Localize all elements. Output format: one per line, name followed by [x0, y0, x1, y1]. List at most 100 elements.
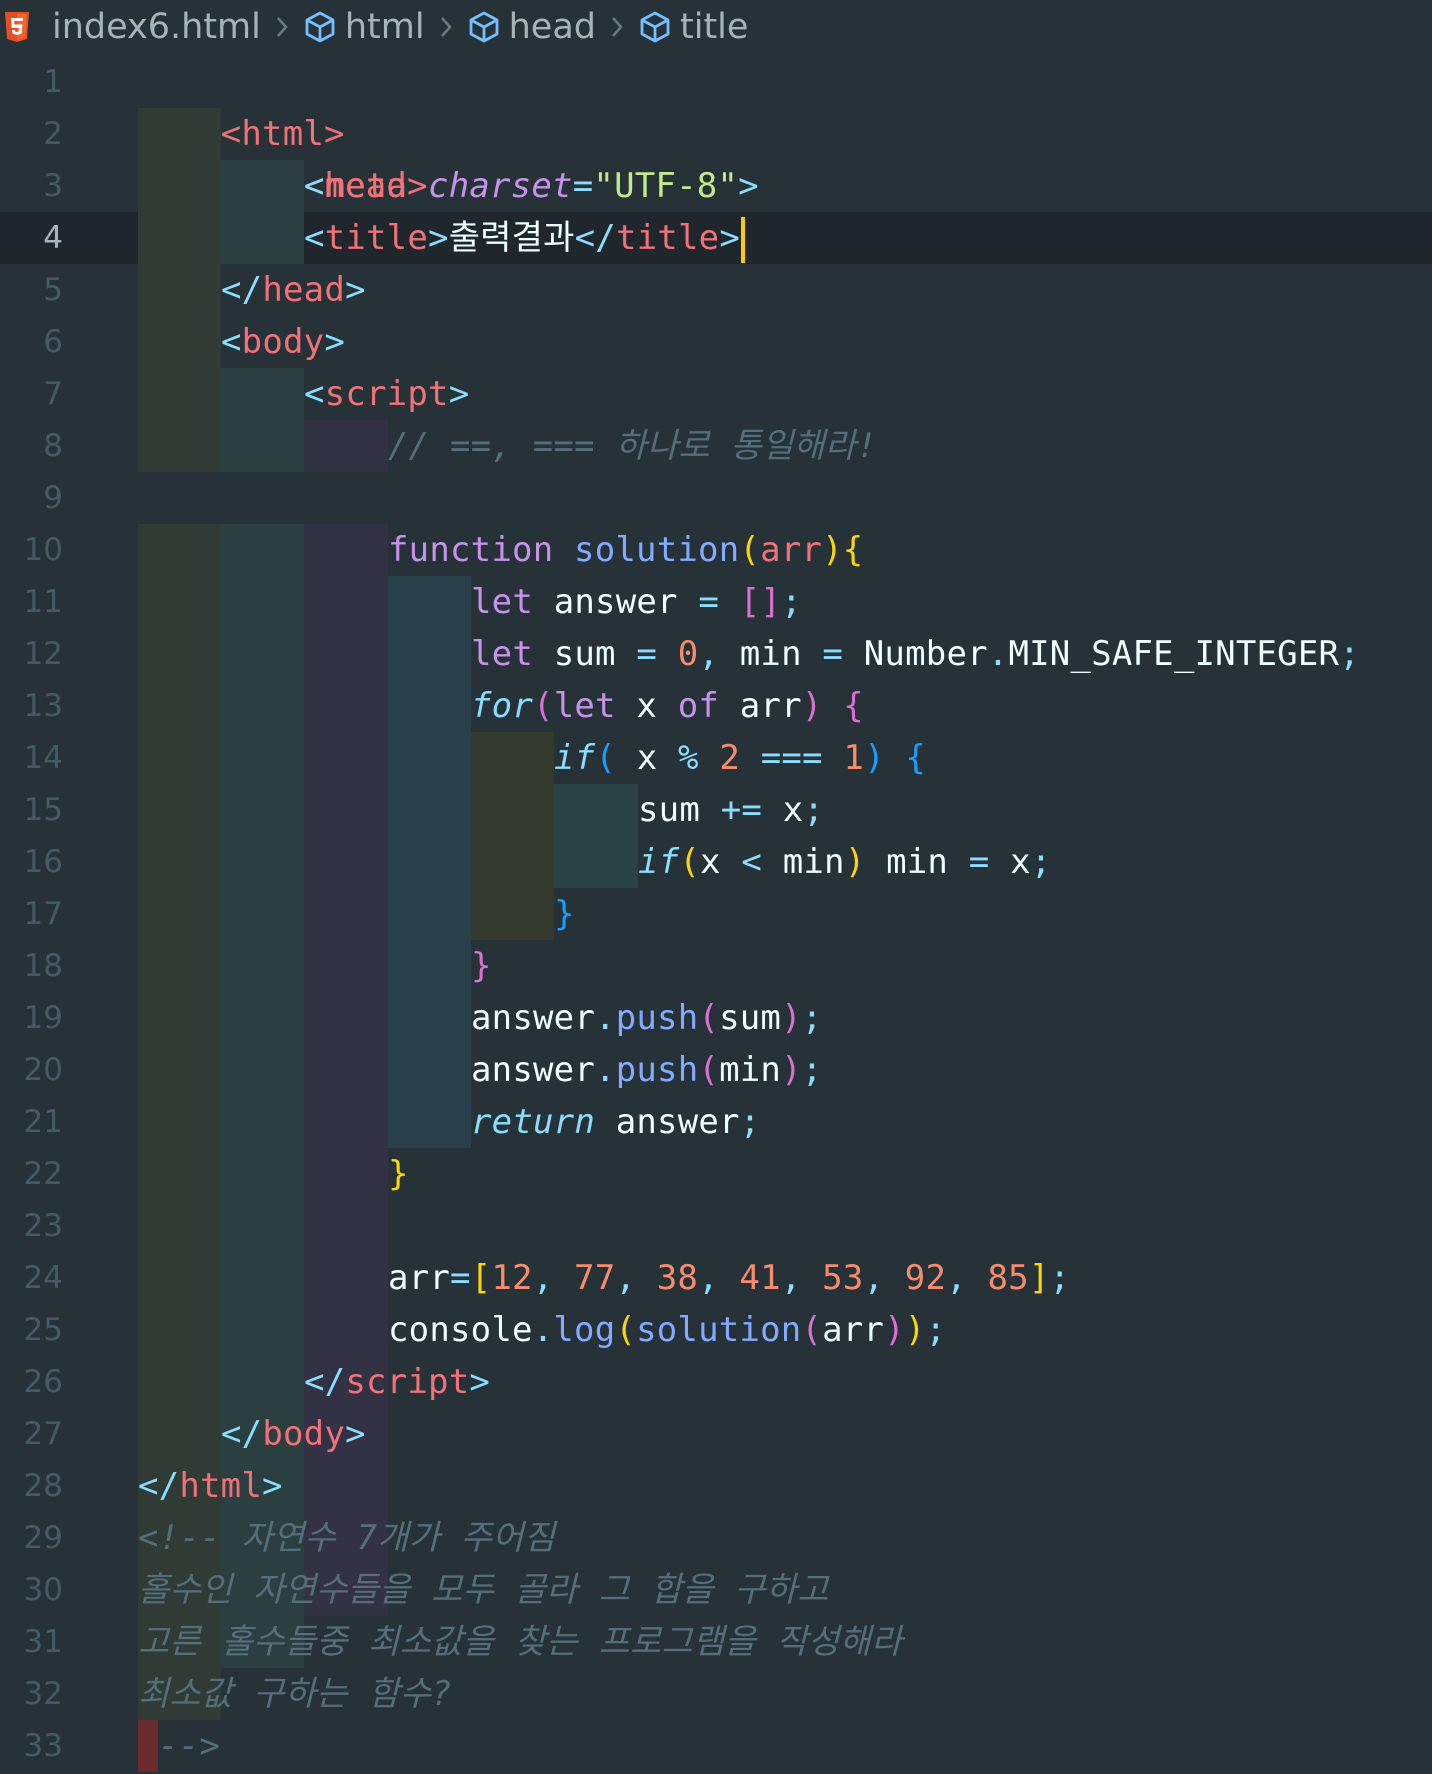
file-name: index6.html: [52, 7, 261, 47]
breadcrumb-item-title[interactable]: title: [638, 7, 748, 47]
breadcrumb: index6.html html head title: [0, 0, 1432, 54]
charset-attr: charset: [428, 166, 573, 206]
line-number: 30: [23, 1572, 63, 1608]
script-close-tag: script: [345, 1362, 470, 1402]
code-line-20: answer.push(min);: [471, 1050, 823, 1090]
cube-icon: [467, 10, 501, 44]
code-line-14: if( x % 2 === 1) {: [554, 738, 927, 778]
code-line-19: answer.push(sum);: [471, 998, 823, 1038]
code-line-16: if(x < min) min = x;: [638, 842, 1052, 882]
error-indent-marker: [138, 1720, 158, 1772]
meta-tag: meta: [324, 166, 408, 206]
code-line-4: <title>출력결과</title>: [304, 212, 745, 264]
code-line-3: <meta charset="UTF-8">: [304, 166, 759, 206]
line-number: 8: [43, 428, 63, 464]
indent-guide: [471, 732, 554, 940]
line-number: 1: [43, 64, 63, 100]
breadcrumb-item-html[interactable]: html: [303, 7, 425, 47]
code-line-2: <head>: [221, 108, 428, 206]
cube-icon: [638, 10, 672, 44]
breadcrumb-file[interactable]: index6.html: [4, 7, 261, 47]
code-line-10: function solution(arr){: [388, 530, 864, 570]
code-line-31: 고른 홀수들중 최소값을 찾는 프로그램을 작성해라: [138, 1616, 902, 1668]
head-close-tag: head: [262, 270, 346, 310]
line-number: 29: [23, 1520, 63, 1556]
line-number: 25: [23, 1312, 63, 1348]
html-close-tag: html: [179, 1466, 263, 1506]
chevron-right-icon: [439, 15, 453, 39]
html-comment: <!-- 자연수 7개가 주어짐: [138, 1518, 556, 1558]
line-number: 18: [23, 948, 63, 984]
indent-guide: [554, 784, 638, 888]
line-number: 20: [23, 1052, 63, 1088]
code-line-26: </script>: [304, 1362, 491, 1402]
code-line-33: -->: [138, 1720, 220, 1772]
line-number: 3: [43, 168, 63, 204]
code-line-27: </body>: [221, 1414, 366, 1454]
chevron-right-icon: [275, 15, 289, 39]
code-line-5: </head>: [221, 270, 366, 310]
code-line-11: let answer = [];: [471, 582, 802, 622]
line-number: 24: [23, 1260, 63, 1296]
code-line-22: }: [388, 1154, 409, 1194]
cube-icon: [303, 10, 337, 44]
line-number: 10: [23, 532, 63, 568]
code-line-30: 홀수인 자연수들을 모두 골라 그 합을 구하고: [138, 1564, 829, 1616]
line-number: 23: [23, 1208, 63, 1244]
line-number: 26: [23, 1364, 63, 1400]
code-line-24: arr=[12, 77, 38, 41, 53, 92, 85];: [388, 1258, 1071, 1298]
line-number: 19: [23, 1000, 63, 1036]
body-close-tag: body: [262, 1414, 346, 1454]
line-number: 9: [43, 480, 63, 516]
line-number: 33: [23, 1728, 63, 1764]
indent-guide: [138, 316, 221, 472]
line-number: 12: [23, 636, 63, 672]
line-number: 27: [23, 1416, 63, 1452]
text-cursor: [741, 216, 745, 263]
code-line-32: 최소값 구하는 함수?: [138, 1668, 452, 1720]
code-line-1: <html>: [138, 56, 345, 154]
html-comment: 홀수인 자연수들을 모두 골라 그 합을 구하고: [138, 1570, 829, 1610]
line-number: 14: [23, 740, 63, 776]
breadcrumb-item-head[interactable]: head: [467, 7, 596, 47]
line-number: 7: [43, 376, 63, 412]
line-number: 21: [23, 1104, 63, 1140]
title-open-tag: title: [324, 218, 429, 258]
line-number-active: 4: [43, 220, 63, 256]
code-line-8: // ==, === 하나로 통일해라!: [388, 420, 877, 472]
line-number: 2: [43, 116, 63, 152]
code-line-7: <script>: [304, 374, 470, 414]
chevron-right-icon: [610, 15, 624, 39]
line-number: 28: [23, 1468, 63, 1504]
line-number: 5: [43, 272, 63, 308]
title-text: 출력결과: [448, 218, 575, 258]
code-editor[interactable]: 1 2 3 4 5 6 7 8 9 10 11 12 13 14 15 16 1…: [0, 56, 1432, 1774]
body-open-tag: body: [241, 322, 325, 362]
line-number: 16: [23, 844, 63, 880]
charset-value: "UTF-8": [593, 166, 739, 206]
html-comment: 고른 홀수들중 최소값을 찾는 프로그램을 작성해라: [138, 1622, 903, 1662]
code-line-13: for(let x of arr) {: [471, 686, 864, 726]
code-line-15: sum += x;: [638, 790, 825, 830]
code-line-21: return answer;: [471, 1102, 761, 1142]
html-comment-end: -->: [158, 1726, 221, 1766]
code-line-29: <!-- 자연수 7개가 주어짐: [138, 1512, 555, 1564]
function-name: solution: [574, 530, 740, 570]
line-number: 22: [23, 1156, 63, 1192]
code-comment: // ==, === 하나로 통일해라!: [388, 426, 878, 466]
line-number: 13: [23, 688, 63, 724]
line-number: 11: [23, 584, 63, 620]
line-number: 6: [43, 324, 63, 360]
html-comment: 최소값 구하는 함수?: [138, 1674, 452, 1714]
code-line-28: </html>: [138, 1466, 283, 1506]
code-line-6: <body>: [221, 322, 346, 362]
line-number: 15: [23, 792, 63, 828]
code-line-17: }: [554, 894, 575, 934]
line-number: 32: [23, 1676, 63, 1712]
script-open-tag: script: [324, 374, 449, 414]
indent-guide: [388, 576, 471, 1148]
breadcrumb-label: title: [680, 7, 749, 47]
line-number: 31: [23, 1624, 63, 1660]
code-line-18: }: [471, 946, 492, 986]
indent-guide: [304, 420, 388, 472]
